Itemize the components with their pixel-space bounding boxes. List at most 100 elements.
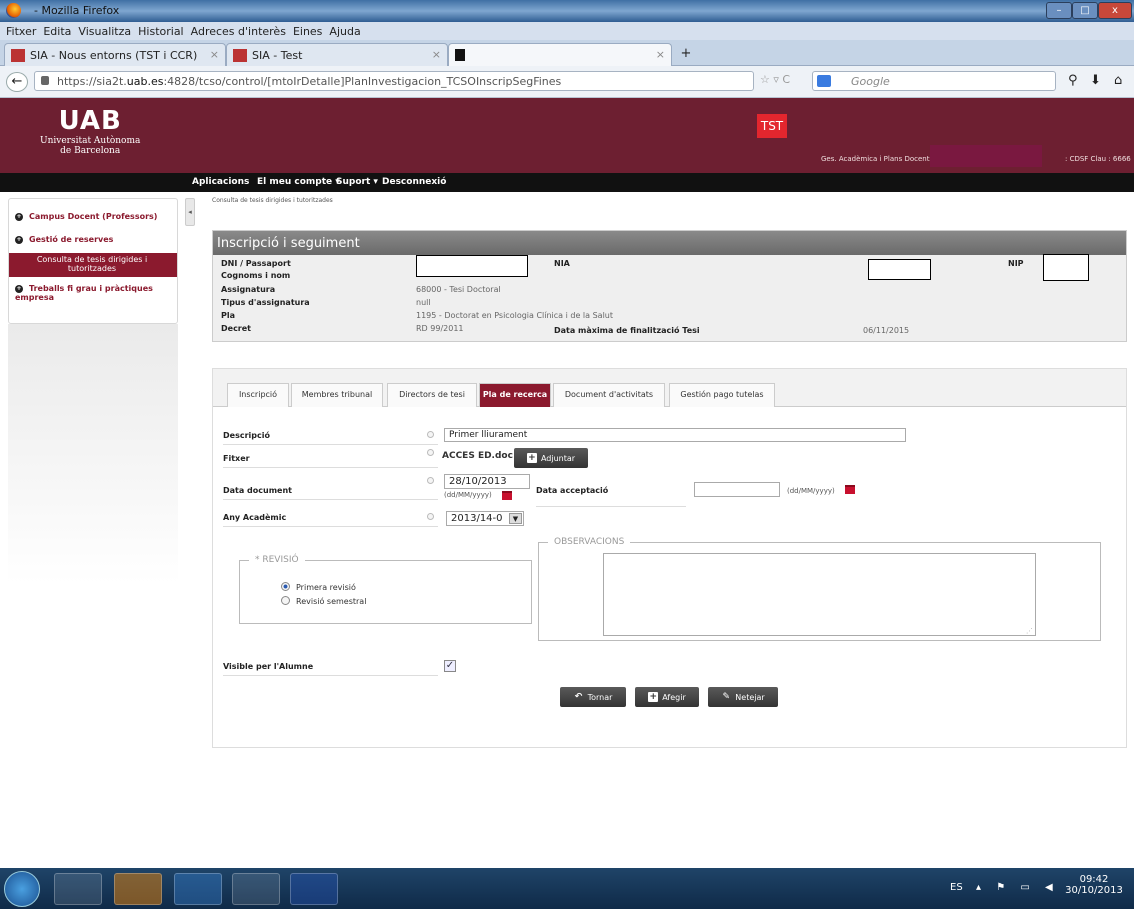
radio-semestral-label: Revisió semestral bbox=[296, 597, 367, 606]
home-icon[interactable]: ⌂ bbox=[1114, 73, 1122, 88]
close-tab-icon[interactable]: × bbox=[432, 48, 441, 61]
visible-alumne-label: Visible per l'Alumne bbox=[223, 662, 314, 671]
info-panel: Inscripció i seguiment DNI / Passaport N… bbox=[212, 230, 1127, 342]
tray-icons[interactable]: ▴ ⚑ ▭ ◀ bbox=[976, 882, 1059, 893]
plus-circle-icon: + bbox=[15, 284, 23, 293]
uab-favicon-icon bbox=[11, 48, 25, 62]
maximize-button[interactable]: □ bbox=[1072, 2, 1098, 19]
cognoms-label: Cognoms i nom bbox=[221, 271, 291, 280]
fitxer-filename[interactable]: ACCES ED.doc bbox=[442, 451, 513, 461]
search-icon[interactable]: ⚲ bbox=[1068, 73, 1078, 88]
radio-primera-revisio[interactable] bbox=[281, 582, 290, 591]
observacions-textarea[interactable]: ⋰ bbox=[603, 553, 1036, 636]
clock[interactable]: 09:42 30/10/2013 bbox=[1064, 874, 1124, 896]
menu-item-0[interactable]: Fitxer bbox=[6, 25, 36, 38]
calendar-icon[interactable] bbox=[845, 485, 855, 494]
sidebar-background bbox=[8, 324, 178, 584]
radio-revisio-semestral[interactable] bbox=[281, 596, 290, 605]
search-placeholder: Google bbox=[851, 75, 890, 88]
observacions-legend: OBSERVACIONS bbox=[548, 537, 631, 547]
afegir-button[interactable]: + Afegir bbox=[635, 687, 699, 707]
nav-suport[interactable]: Suport ▾ bbox=[336, 177, 378, 187]
date-format-hint: (dd/MM/yyyy) bbox=[787, 487, 835, 495]
sidebar-item-treballs[interactable]: + Treballs fi grau i pràctiques empresa bbox=[9, 284, 177, 302]
browser-tab-active[interactable]: × bbox=[448, 43, 672, 66]
netejar-button[interactable]: ✎ Netejar bbox=[708, 687, 778, 707]
lock-icon bbox=[41, 76, 49, 85]
browser-tab-sia-nous[interactable]: SIA - Nous entorns (TST i CCR) × bbox=[4, 43, 226, 66]
menubar: Fitxer Edita Visualitza Historial Adreces d'… bbox=[0, 22, 1134, 40]
environment-badge: TST bbox=[757, 114, 787, 138]
redacted-nia bbox=[868, 259, 931, 280]
menu-item-4[interactable]: Adreces d'interès bbox=[191, 25, 286, 38]
redacted-username bbox=[930, 145, 1042, 167]
language-indicator[interactable]: ES bbox=[950, 882, 963, 893]
plus-icon: + bbox=[526, 453, 537, 463]
info-dot-icon bbox=[427, 513, 434, 520]
sidebar-item-campus[interactable]: + Campus Docent (Professors) bbox=[15, 212, 183, 221]
resize-handle-icon[interactable]: ⋰ bbox=[1026, 627, 1033, 635]
nav-desconnexio[interactable]: Desconnexió bbox=[382, 177, 446, 187]
app-icon[interactable] bbox=[232, 873, 280, 905]
tornar-button[interactable]: ↶ Tornar bbox=[560, 687, 626, 707]
clock-date: 30/10/2013 bbox=[1065, 885, 1123, 896]
collapse-sidebar-button[interactable]: ◂ bbox=[185, 198, 195, 226]
url-input[interactable]: https://sia2t.uab.es:4828/tcso/control/[… bbox=[34, 71, 754, 91]
firefox-taskbar-icon[interactable] bbox=[114, 873, 162, 905]
tab-document-activitats[interactable]: Document d'activitats bbox=[553, 383, 665, 407]
word-icon[interactable] bbox=[290, 873, 338, 905]
start-button[interactable] bbox=[4, 871, 40, 907]
descripcio-input[interactable]: Primer lliurament bbox=[444, 428, 906, 442]
browser-tab-sia-test[interactable]: SIA - Test × bbox=[226, 43, 448, 66]
sidebar-item-tesis[interactable]: Consulta de tesis dirigides i tutoritzad… bbox=[9, 253, 177, 277]
nip-label: NIP bbox=[1008, 259, 1024, 268]
divider bbox=[223, 444, 438, 445]
menu-item-1[interactable]: Edita bbox=[43, 25, 71, 38]
nav-el-meu-compte[interactable]: El meu compte ▾ bbox=[257, 177, 340, 187]
back-button[interactable]: ← bbox=[6, 72, 28, 92]
explorer-icon[interactable] bbox=[54, 873, 102, 905]
decret-value: RD 99/2011 bbox=[416, 324, 464, 333]
tab-panel: Inscripció Membres tribunal Directors de… bbox=[212, 368, 1127, 748]
data-acceptacio-input[interactable] bbox=[694, 482, 780, 497]
decret-label: Decret bbox=[221, 324, 252, 333]
tab-membres-tribunal[interactable]: Membres tribunal bbox=[291, 383, 383, 407]
chevron-down-icon[interactable]: ▼ bbox=[509, 513, 522, 524]
tipus-value: null bbox=[416, 298, 431, 307]
sidebar-item-reserves[interactable]: + Gestió de reserves bbox=[15, 235, 183, 244]
nav-aplicacions[interactable]: Aplicacions bbox=[192, 177, 249, 187]
tab-directors[interactable]: Directors de tesi bbox=[387, 383, 477, 407]
plus-circle-icon: + bbox=[15, 235, 23, 244]
divider bbox=[223, 499, 438, 500]
descripcio-label: Descripció bbox=[223, 431, 270, 440]
new-tab-button[interactable]: + bbox=[676, 46, 696, 62]
search-input[interactable]: Google bbox=[812, 71, 1056, 91]
minimize-button[interactable]: – bbox=[1046, 2, 1072, 19]
menu-item-6[interactable]: Ajuda bbox=[329, 25, 360, 38]
plus-circle-icon: + bbox=[15, 212, 23, 221]
data-document-input[interactable]: 28/10/2013 bbox=[444, 474, 530, 489]
radio-primera-label: Primera revisió bbox=[296, 583, 356, 592]
bookmark-star-icon[interactable]: ☆ ▿ C bbox=[760, 73, 790, 86]
tab-gestion-pago[interactable]: Gestión pago tutelas bbox=[669, 383, 775, 407]
uab-favicon-icon bbox=[233, 48, 247, 62]
menu-item-3[interactable]: Historial bbox=[138, 25, 183, 38]
close-tab-icon[interactable]: × bbox=[656, 48, 665, 61]
tab-inscripcio[interactable]: Inscripció bbox=[227, 383, 289, 407]
menu-item-5[interactable]: Eines bbox=[293, 25, 322, 38]
menu-item-2[interactable]: Visualitza bbox=[78, 25, 131, 38]
ie-icon[interactable] bbox=[174, 873, 222, 905]
uab-logo[interactable]: UAB Universitat Autònoma de Barcelona bbox=[40, 106, 140, 156]
windows-taskbar: ES ▴ ⚑ ▭ ◀ 09:42 30/10/2013 bbox=[0, 868, 1134, 909]
any-academic-select[interactable]: 2013/14-0 ▼ bbox=[446, 511, 524, 526]
nia-label: NIA bbox=[554, 259, 570, 268]
any-academic-value: 2013/14-0 bbox=[451, 513, 503, 524]
calendar-icon[interactable] bbox=[502, 491, 512, 500]
close-tab-icon[interactable]: × bbox=[210, 48, 219, 61]
sidebar: + Campus Docent (Professors) + Gestió de r… bbox=[8, 198, 178, 324]
download-icon[interactable]: ⬇ bbox=[1090, 73, 1101, 88]
visible-alumne-checkbox[interactable]: ✓ bbox=[444, 660, 456, 672]
adjuntar-button[interactable]: + Adjuntar bbox=[514, 448, 588, 468]
tab-pla-recerca[interactable]: Pla de recerca bbox=[479, 383, 551, 407]
close-button[interactable]: x bbox=[1098, 2, 1132, 19]
